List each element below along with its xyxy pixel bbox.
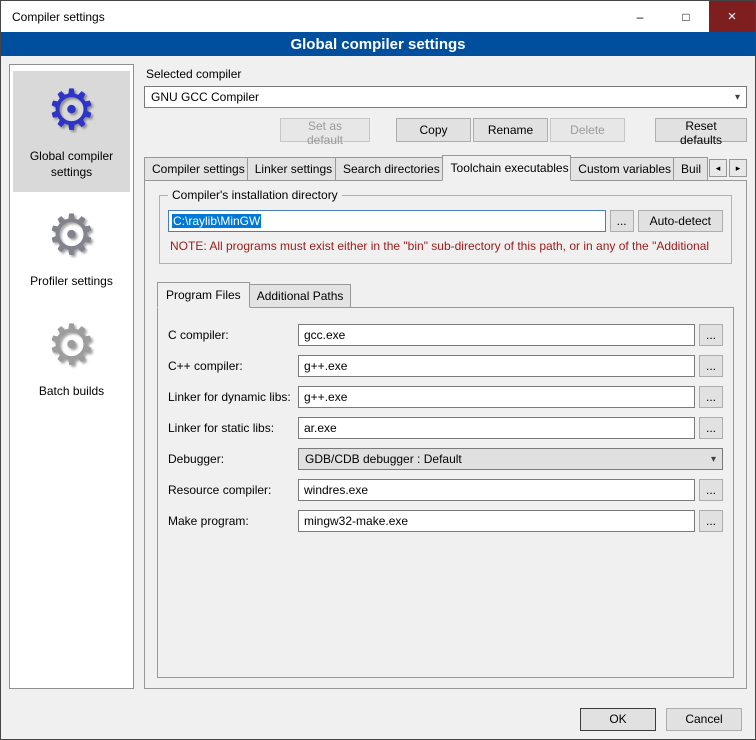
auto-detect-button[interactable]: Auto-detect	[638, 210, 723, 232]
field-row-debugger: Debugger: GDB/CDB debugger : Default ▾	[168, 448, 723, 470]
sidebar-item-label: Profiler settings	[15, 274, 128, 290]
linker-static-browse-button[interactable]: ...	[699, 417, 723, 439]
dialog-content: ⚙ Global compiler settings ⚙ Profiler se…	[1, 56, 755, 699]
rename-button[interactable]: Rename	[473, 118, 548, 142]
tab-compiler-settings[interactable]: Compiler settings	[144, 157, 248, 181]
subtab-program-files[interactable]: Program Files	[157, 282, 250, 308]
delete-button[interactable]: Delete	[550, 118, 625, 142]
programs-subtabs: Program Files Additional Paths	[157, 282, 734, 307]
reset-defaults-button[interactable]: Reset defaults	[655, 118, 747, 142]
tab-custom-variables[interactable]: Custom variables	[570, 157, 674, 181]
cpp-compiler-browse-button[interactable]: ...	[699, 355, 723, 377]
cpp-compiler-label: C++ compiler:	[168, 359, 298, 373]
selected-compiler-value: GNU GCC Compiler	[151, 90, 259, 104]
field-row-cpp-compiler: C++ compiler: ...	[168, 355, 723, 377]
cpp-compiler-input[interactable]	[298, 355, 695, 377]
sidebar-item-label: Batch builds	[15, 384, 128, 400]
copy-button[interactable]: Copy	[396, 118, 471, 142]
field-row-linker-dynamic: Linker for dynamic libs: ...	[168, 386, 723, 408]
linker-dynamic-input[interactable]	[298, 386, 695, 408]
title-bar[interactable]: Compiler settings – □ ×	[1, 1, 755, 32]
settings-category-sidebar: ⚙ Global compiler settings ⚙ Profiler se…	[9, 64, 134, 689]
arrow-left-icon: ◂	[716, 163, 721, 174]
field-row-linker-static: Linker for static libs: ...	[168, 417, 723, 439]
compiler-actions-row: Set as default Copy Rename Delete Reset …	[144, 118, 747, 142]
make-program-browse-button[interactable]: ...	[699, 510, 723, 532]
main-panel: Selected compiler GNU GCC Compiler ▾ Set…	[144, 64, 747, 689]
debugger-label: Debugger:	[168, 452, 298, 466]
toolchain-executables-page: Compiler's installation directory C:\ray…	[144, 180, 747, 689]
gear-icon: ⚙	[15, 79, 128, 141]
minimize-button[interactable]: –	[617, 1, 663, 32]
installation-directory-row: C:\raylib\MinGW ... Auto-detect	[168, 210, 723, 232]
tab-toolchain-executables[interactable]: Toolchain executables	[442, 155, 572, 181]
sidebar-item-label: Global compiler settings	[15, 149, 128, 180]
c-compiler-input[interactable]	[298, 324, 695, 346]
install-dir-input[interactable]: C:\raylib\MinGW	[168, 210, 606, 232]
close-button[interactable]: ×	[709, 1, 755, 32]
set-as-default-button[interactable]: Set as default	[280, 118, 370, 142]
maximize-icon: □	[682, 10, 689, 24]
linker-static-input[interactable]	[298, 417, 695, 439]
maximize-button[interactable]: □	[663, 1, 709, 32]
tab-scroll-right-button[interactable]: ▸	[729, 159, 747, 177]
ok-button[interactable]: OK	[580, 708, 656, 731]
selected-compiler-select[interactable]: GNU GCC Compiler ▾	[144, 86, 747, 108]
field-row-resource-compiler: Resource compiler: ...	[168, 479, 723, 501]
profiler-tool-icon: ⚙	[15, 204, 128, 266]
linker-dynamic-label: Linker for dynamic libs:	[168, 390, 298, 404]
window-title: Compiler settings	[1, 1, 617, 32]
resource-compiler-label: Resource compiler:	[168, 483, 298, 497]
tab-linker-settings[interactable]: Linker settings	[247, 157, 336, 181]
c-compiler-browse-button[interactable]: ...	[699, 324, 723, 346]
bin-subdirectory-note: NOTE: All programs must exist either in …	[170, 239, 721, 253]
gears-stack-icon: ⚙	[15, 314, 128, 376]
install-dir-selected-text: C:\raylib\MinGW	[172, 214, 261, 228]
dialog-footer: OK Cancel	[1, 699, 755, 739]
linker-static-label: Linker for static libs:	[168, 421, 298, 435]
field-row-c-compiler: C compiler: ...	[168, 324, 723, 346]
close-icon: ×	[728, 8, 737, 25]
field-row-make-program: Make program: ...	[168, 510, 723, 532]
cancel-button[interactable]: Cancel	[666, 708, 742, 731]
compiler-settings-window: Compiler settings – □ × Global compiler …	[0, 0, 756, 740]
linker-dynamic-browse-button[interactable]: ...	[699, 386, 723, 408]
make-program-input[interactable]	[298, 510, 695, 532]
arrow-right-icon: ▸	[736, 163, 741, 174]
sidebar-item-batch-builds[interactable]: ⚙ Batch builds	[13, 306, 130, 412]
installation-directory-groupbox: Compiler's installation directory C:\ray…	[159, 195, 732, 264]
subtab-additional-paths[interactable]: Additional Paths	[249, 284, 352, 308]
tab-scroll-controls: ◂ ▸	[707, 159, 747, 177]
tab-build-options[interactable]: Buil	[673, 157, 708, 181]
minimize-icon: –	[637, 10, 644, 24]
tab-search-directories[interactable]: Search directories	[335, 157, 443, 181]
sidebar-item-global-compiler-settings[interactable]: ⚙ Global compiler settings	[13, 71, 130, 192]
install-dir-browse-button[interactable]: ...	[610, 210, 634, 232]
debugger-value: GDB/CDB debugger : Default	[305, 452, 462, 466]
program-files-page: C compiler: ... C++ compiler: ... Linker…	[157, 307, 734, 678]
groupbox-legend: Compiler's installation directory	[168, 188, 342, 202]
chevron-down-icon: ▾	[711, 454, 716, 465]
resource-compiler-input[interactable]	[298, 479, 695, 501]
debugger-select[interactable]: GDB/CDB debugger : Default ▾	[298, 448, 723, 470]
settings-tabstrip: Compiler settings Linker settings Search…	[144, 155, 747, 180]
resource-compiler-browse-button[interactable]: ...	[699, 479, 723, 501]
selected-compiler-label: Selected compiler	[146, 67, 747, 81]
c-compiler-label: C compiler:	[168, 328, 298, 342]
make-program-label: Make program:	[168, 514, 298, 528]
sidebar-item-profiler-settings[interactable]: ⚙ Profiler settings	[13, 196, 130, 302]
dialog-header-title: Global compiler settings	[290, 36, 465, 53]
tab-scroll-left-button[interactable]: ◂	[709, 159, 727, 177]
chevron-down-icon: ▾	[735, 92, 740, 103]
dialog-header: Global compiler settings	[1, 32, 755, 56]
